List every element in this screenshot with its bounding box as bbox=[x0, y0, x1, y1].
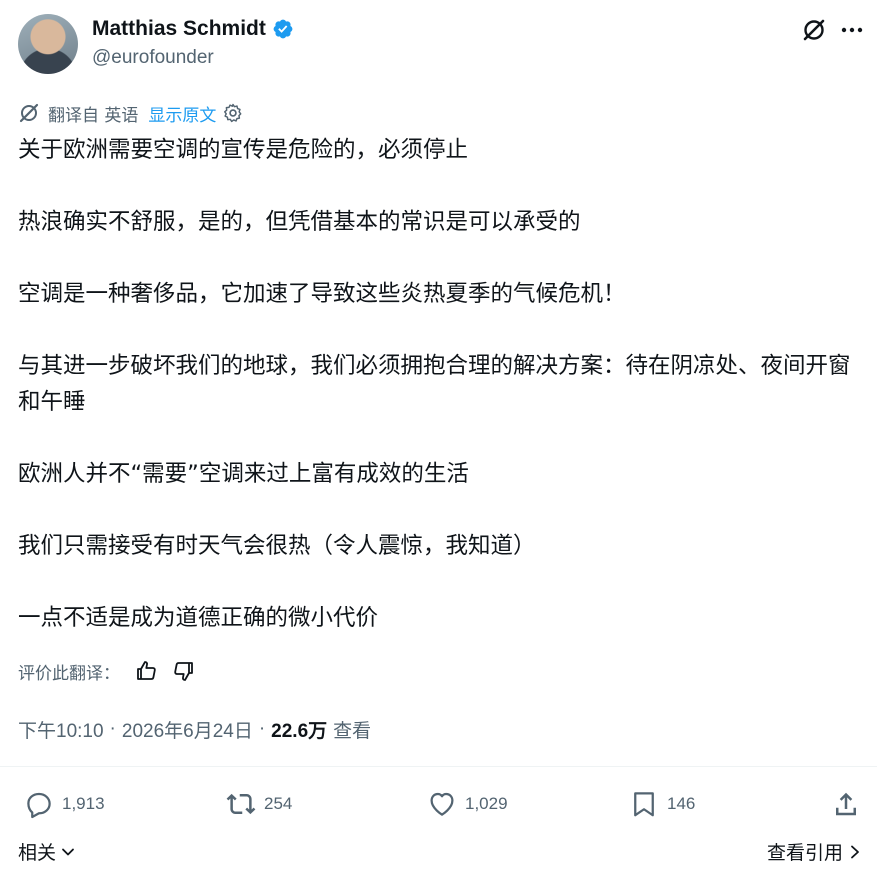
views-label: 查看 bbox=[333, 720, 372, 742]
tweet-paragraph: 关于欧洲需要空调的宣传是危险的，必须停止 bbox=[18, 137, 469, 163]
related-dropdown[interactable]: 相关 bbox=[18, 838, 77, 865]
translation-info: 翻译自 英语 显示原文 bbox=[18, 100, 244, 126]
tweet-paragraph: 我们只需接受有时天气会很热（令人震惊，我知道） bbox=[18, 533, 536, 559]
view-quotes-link[interactable]: 查看引用 bbox=[767, 838, 863, 865]
avatar[interactable] bbox=[18, 14, 78, 74]
translated-from-label: 翻译自 英语 bbox=[48, 105, 139, 126]
tweet-paragraph: 与其进一步破坏我们的地球，我们必须拥抱合理的解决方案：待在阴凉处、夜间开窗和午睡 bbox=[18, 353, 851, 415]
tweet-paragraph: 空调是一种奢侈品，它加速了导致这些炎热夏季的气候危机！ bbox=[18, 281, 626, 307]
repost-icon bbox=[226, 793, 256, 815]
bookmark-icon bbox=[634, 792, 654, 817]
separator-dot: · bbox=[109, 718, 116, 739]
rate-translation: 评价此翻译： bbox=[18, 656, 196, 686]
view-count: 22.6万 bbox=[271, 720, 328, 742]
more-options-icon[interactable] bbox=[838, 18, 866, 42]
separator-dot: · bbox=[258, 718, 266, 739]
share-icon bbox=[836, 792, 856, 816]
tweet-header: Matthias Schmidt @eurofounder bbox=[0, 0, 877, 90]
bookmark-count: 146 bbox=[667, 794, 696, 813]
thumbs-up-icon[interactable] bbox=[134, 659, 158, 683]
tweet-paragraph: 热浪确实不舒服，是的，但凭借基本的常识是可以承受的 bbox=[18, 209, 581, 235]
repost-count: 254 bbox=[264, 794, 293, 813]
verified-badge-icon bbox=[273, 19, 293, 39]
show-original-link[interactable]: 显示原文 bbox=[148, 101, 216, 126]
tweet-date[interactable]: 2026年6月24日 bbox=[122, 716, 253, 743]
reply-count: 1,913 bbox=[62, 794, 105, 813]
heart-icon bbox=[430, 792, 454, 816]
repost-button[interactable]: 254 bbox=[226, 786, 292, 822]
view-quotes-label: 查看引用 bbox=[766, 842, 843, 864]
reply-button[interactable]: 1,913 bbox=[24, 786, 105, 822]
chevron-down-icon bbox=[62, 848, 74, 855]
gear-icon[interactable] bbox=[222, 102, 244, 124]
thumbs-down-icon[interactable] bbox=[172, 659, 196, 683]
tweet-body: 关于欧洲需要空调的宣传是危险的，必须停止 热浪确实不舒服，是的，但凭借基本的常识… bbox=[18, 132, 863, 636]
author-handle[interactable]: @eurofounder bbox=[92, 47, 214, 69]
tweet-time[interactable]: 下午10:10 bbox=[18, 716, 104, 743]
tweet-paragraph: 欧洲人并不“需要”空调来过上富有成效的生活 bbox=[18, 461, 469, 487]
chevron-right-icon bbox=[851, 845, 859, 858]
tweet-footer: 相关 查看引用 bbox=[0, 834, 877, 870]
related-label: 相关 bbox=[18, 842, 57, 864]
action-bar: 1,913 254 1,029 146 bbox=[0, 786, 877, 822]
bookmark-button[interactable]: 146 bbox=[629, 786, 695, 822]
grok-icon[interactable] bbox=[801, 17, 827, 43]
like-count: 1,029 bbox=[465, 794, 508, 813]
divider bbox=[0, 766, 877, 767]
author-name[interactable]: Matthias Schmidt bbox=[92, 17, 266, 41]
rate-translation-label: 评价此翻译： bbox=[18, 663, 120, 684]
reply-icon bbox=[27, 792, 51, 819]
grok-translate-icon bbox=[19, 103, 39, 123]
tweet-paragraph: 一点不适是成为道德正确的微小代价 bbox=[18, 605, 379, 631]
author-name-row[interactable]: Matthias Schmidt bbox=[92, 14, 294, 44]
share-button[interactable] bbox=[831, 786, 869, 822]
tweet-meta: 下午10:10 · 2026年6月24日 · 22.6万 查看 bbox=[18, 714, 371, 744]
like-button[interactable]: 1,029 bbox=[427, 786, 508, 822]
